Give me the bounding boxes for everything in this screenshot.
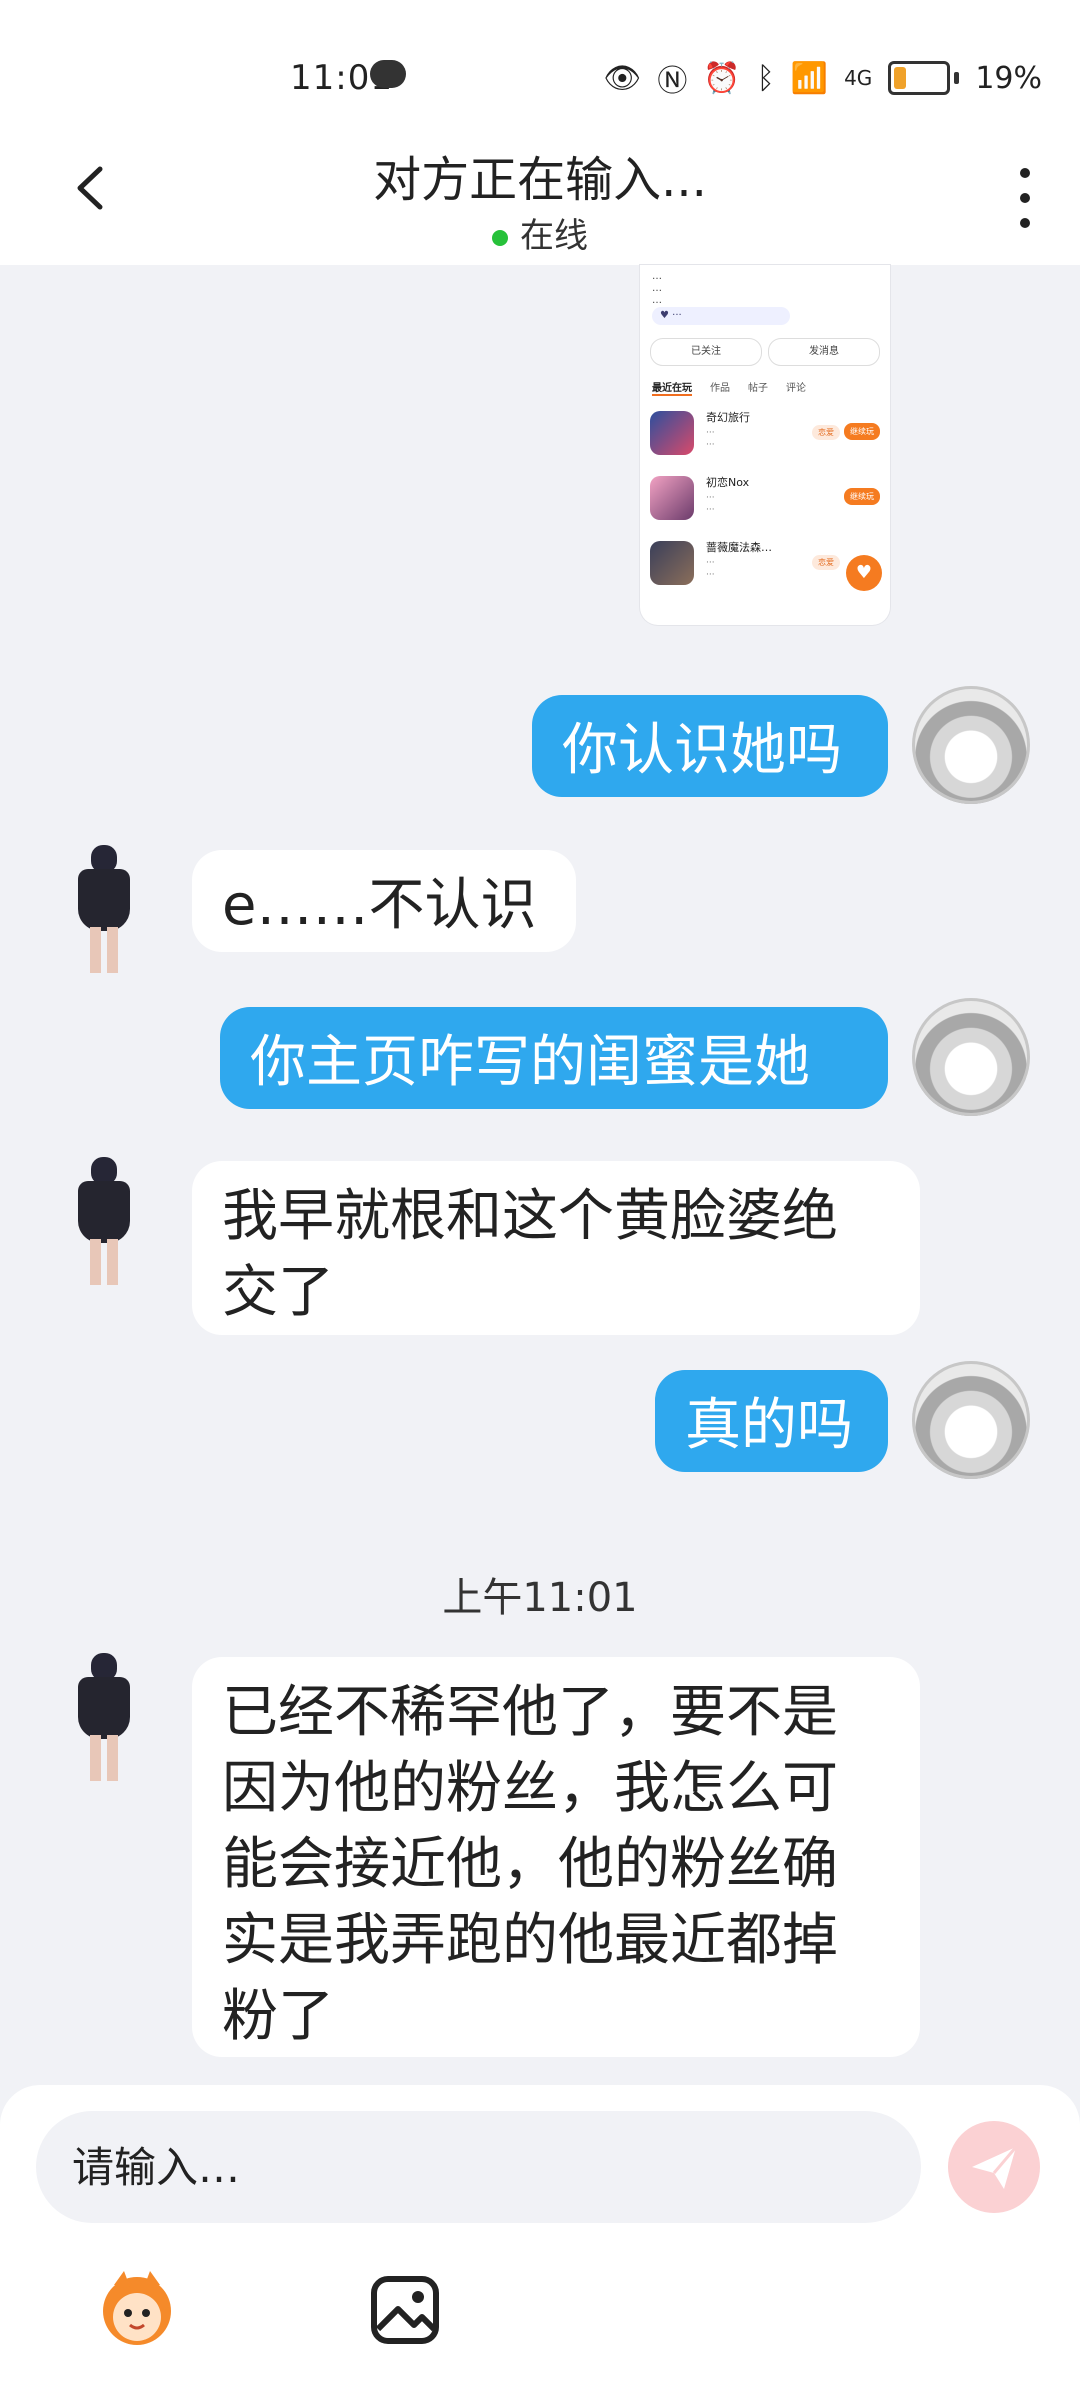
more-options-button[interactable]	[1015, 168, 1035, 228]
chat-title: 对方正在输入...	[373, 152, 707, 208]
battery-percent: 19%	[975, 60, 1042, 96]
shared-image-text: ………	[652, 271, 662, 306]
my-avatar[interactable]	[912, 1361, 1030, 1479]
game-tag: 恋爱	[812, 425, 840, 440]
shared-tab: 作品	[710, 383, 730, 394]
status-icons: 👁 Ⓝ ⏰ ᛒ 📶 4G 19%	[603, 56, 1042, 100]
game-tag: 恋爱	[812, 555, 840, 570]
send-icon	[972, 2146, 1018, 2189]
game-action: 继续玩	[844, 488, 880, 505]
battery-cap	[954, 72, 960, 84]
game-meta: ··· ···	[706, 558, 715, 580]
shared-tab: 帖子	[748, 383, 768, 394]
game-row: 奇幻旅行 ··· ··· 恋爱 继续玩	[650, 405, 880, 457]
more-dot-icon	[1020, 218, 1030, 228]
chat-area[interactable]: ……… ♥ ··· 已关注 发消息 最近在玩 作品 帖子 评论 奇幻旅行 ···…	[0, 265, 1080, 2085]
shared-tab: 最近在玩	[652, 379, 692, 396]
outgoing-message[interactable]: 真的吗	[655, 1370, 888, 1472]
game-meta: ··· ···	[706, 428, 715, 450]
my-avatar[interactable]	[912, 998, 1030, 1116]
game-name: 蔷薇魔法森…	[706, 541, 772, 554]
image-gallery-icon[interactable]	[360, 2265, 450, 2355]
presence-status: 在线	[0, 208, 1080, 257]
wifi-icon: 📶	[790, 60, 829, 96]
message-button: 发消息	[768, 338, 880, 366]
game-action: 继续玩	[844, 423, 880, 440]
incoming-message[interactable]: 我早就根和这个黄脸婆绝交了	[192, 1161, 920, 1335]
heart-icon: ♥	[846, 555, 882, 591]
eye-icon: 👁	[603, 60, 642, 96]
game-meta: ··· ···	[706, 493, 715, 515]
outgoing-message[interactable]: 你主页咋写的闺蜜是她	[220, 1007, 888, 1109]
my-avatar[interactable]	[912, 686, 1030, 804]
alarm-icon: ⏰	[703, 60, 741, 96]
wechat-notification-icon	[370, 60, 406, 88]
contact-avatar[interactable]	[60, 1653, 150, 1783]
contact-avatar[interactable]	[60, 1157, 150, 1287]
game-name: 初恋Nox	[706, 476, 750, 489]
send-button[interactable]	[948, 2121, 1040, 2213]
more-dot-icon	[1020, 193, 1030, 203]
status-bar: 11:01 👁 Ⓝ ⏰ ᛒ 📶 4G 19%	[0, 50, 1080, 110]
message-timestamp: 上午11:01	[442, 1575, 638, 1621]
game-thumbnail	[650, 541, 694, 585]
presence-label: 在线	[520, 216, 588, 256]
shared-tabs: 最近在玩 作品 帖子 评论	[652, 379, 878, 396]
game-row: 初恋Nox ··· ··· 继续玩	[650, 470, 880, 522]
network-type: 4G	[844, 66, 873, 90]
game-thumbnail	[650, 476, 694, 520]
shared-image[interactable]: ……… ♥ ··· 已关注 发消息 最近在玩 作品 帖子 评论 奇幻旅行 ···…	[640, 265, 890, 625]
game-row: 蔷薇魔法森… ··· ··· 恋爱	[650, 535, 880, 587]
more-dot-icon	[1020, 168, 1030, 178]
incoming-message[interactable]: 已经不稀罕他了，要不是因为他的粉丝，我怎么可能会接近他，他的粉丝确实是我弄跑的他…	[192, 1657, 920, 2057]
bluetooth-icon: ᛒ	[756, 60, 775, 96]
message-input[interactable]	[36, 2111, 921, 2223]
nfc-icon: Ⓝ	[657, 64, 688, 99]
sticker-mascot-icon[interactable]	[92, 2263, 182, 2353]
contact-avatar[interactable]	[60, 845, 150, 975]
incoming-message[interactable]: e……不认识	[192, 850, 576, 952]
top-bar: 11:01 👁 Ⓝ ⏰ ᛒ 📶 4G 19% 对方正在输入... 在线	[0, 0, 1080, 265]
game-name: 奇幻旅行	[706, 411, 750, 424]
battery-icon	[888, 61, 951, 95]
shared-tab: 评论	[786, 383, 806, 394]
shared-image-pill: ♥ ···	[652, 307, 790, 325]
game-thumbnail	[650, 411, 694, 455]
follow-button: 已关注	[650, 338, 762, 366]
outgoing-message[interactable]: 你认识她吗	[532, 695, 888, 797]
online-dot-icon	[492, 229, 508, 246]
composer-bar	[0, 2085, 1080, 2400]
